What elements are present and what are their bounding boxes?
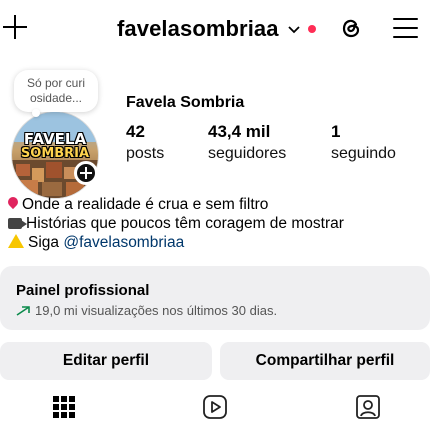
stat-followers[interactable]: 43,4 mil seguidores [208, 121, 286, 165]
stat-posts[interactable]: 42 posts [126, 121, 164, 165]
avatar[interactable]: FAVELA SOMBRIA [11, 111, 99, 199]
stat-label: posts [126, 145, 165, 162]
bio-mention-link[interactable]: @favelasombriaa [63, 234, 184, 251]
reels-icon[interactable] [202, 394, 228, 420]
trend-up-icon [16, 305, 30, 316]
stat-label: seguidores [208, 145, 287, 162]
share-profile-button[interactable]: Compartilhar perfil [220, 342, 430, 380]
note-text-line2: osidade... [29, 91, 83, 105]
note-text-line1: Só por curi [26, 76, 86, 90]
panel-subtitle-text: 19,0 mi visualizações nos últimos 30 dia… [35, 303, 278, 318]
add-story-icon[interactable] [74, 161, 98, 185]
bio-line-2: Histórias que poucos têm coragem de most… [8, 214, 344, 233]
professional-dashboard[interactable]: Painel profissional 19,0 mi visualizaçõe… [0, 266, 430, 330]
edit-profile-button[interactable]: Editar perfil [0, 342, 212, 380]
bio-line-1: Onde a realidade é crua e sem filtro [8, 195, 344, 214]
stat-value: 43,4 mil [208, 122, 271, 141]
pin-icon [8, 197, 18, 210]
panel-title: Painel profissional [16, 282, 150, 299]
profile-name: Favela Sombria [126, 94, 245, 111]
bio-text: Siga [28, 234, 64, 251]
grid-icon[interactable] [51, 394, 77, 420]
username: favelasombriaa [117, 16, 279, 41]
bio-text: Onde a realidade é crua e sem filtro [22, 196, 269, 213]
stat-value: 1 [331, 122, 341, 141]
notification-dot [307, 25, 316, 33]
stat-label: seguindo [331, 145, 396, 162]
bio-text: Histórias que poucos têm coragem de most… [26, 215, 344, 232]
account-switcher[interactable]: favelasombriaa [117, 14, 316, 44]
warning-icon [8, 234, 24, 248]
avatar-title-line2: SOMBRIA [20, 146, 90, 161]
top-bar: favelasombriaa [0, 0, 430, 58]
plus-icon[interactable] [2, 14, 28, 40]
chevron-down-icon [287, 26, 300, 34]
camera-icon [8, 218, 27, 229]
tagged-icon[interactable] [355, 394, 381, 420]
bio-line-3: Siga @favelasombriaa [8, 233, 344, 252]
panel-subtitle: 19,0 mi visualizações nos últimos 30 dia… [16, 303, 430, 318]
profile-tabs [0, 392, 430, 430]
bio: Onde a realidade é crua e sem filtro His… [8, 195, 344, 252]
note-bubble[interactable]: Só por curi osidade... [14, 70, 98, 117]
menu-icon[interactable] [393, 17, 418, 39]
stat-value: 42 [126, 122, 145, 141]
stat-following[interactable]: 1 seguindo [331, 121, 396, 165]
threads-icon[interactable] [338, 15, 364, 41]
